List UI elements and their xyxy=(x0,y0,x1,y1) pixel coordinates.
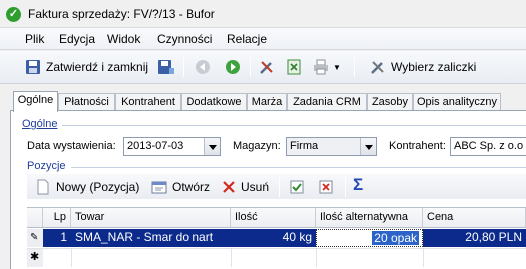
table-row[interactable]: ✎ 1 SMA_NAR - Smar do nart 40 kg 20 opak… xyxy=(27,229,526,247)
menu-czynnosci[interactable]: Czynności xyxy=(157,32,212,46)
print-button[interactable]: ▼ xyxy=(313,58,341,76)
issue-date-value: 2013-07-03 xyxy=(127,140,184,152)
toolbar-separator xyxy=(250,57,251,77)
warehouse-select[interactable]: Firma xyxy=(286,137,377,156)
tab-bar: Ogólne Płatności Kontrahent Dodatkowe Ma… xyxy=(0,91,526,112)
cell-cena[interactable]: 20,80 PLN xyxy=(423,229,526,247)
row-header-corner xyxy=(27,208,43,228)
sum-button[interactable]: Σ xyxy=(353,175,364,194)
tab-opis-analityczny[interactable]: Opis analityczny xyxy=(413,93,501,111)
save-close-button[interactable]: Zatwierdź i zamknij xyxy=(25,58,148,76)
save-as-button[interactable] xyxy=(157,58,174,76)
title-bar: ✓ Faktura sprzedaży: FV/?/13 - Bufor xyxy=(0,0,526,28)
close-icon xyxy=(221,179,237,195)
open-form-icon xyxy=(151,179,167,195)
column-header-cena[interactable]: Cena xyxy=(423,208,526,228)
positions-toolbar: Nowy (Pozycja) Otwórz Usuń Σ xyxy=(27,174,526,199)
tab-platnosci[interactable]: Płatności xyxy=(58,93,115,111)
column-header-lp[interactable]: Lp xyxy=(43,208,71,228)
menu-edycja[interactable]: Edycja xyxy=(59,32,95,46)
sigma-icon: Σ xyxy=(353,175,364,194)
window-title: Faktura sprzedaży: FV/?/13 - Bufor xyxy=(28,7,215,21)
column-header-ilosc-alternatywna[interactable]: Ilość alternatywna xyxy=(316,208,423,228)
dropdown-button[interactable] xyxy=(360,138,376,155)
tab-marza[interactable]: Marża xyxy=(247,93,287,111)
uncheck-button[interactable] xyxy=(318,178,334,196)
new-document-icon xyxy=(35,179,51,195)
warehouse-label: Magazyn: xyxy=(233,140,281,152)
contractor-label: Kontrahent: xyxy=(389,140,446,152)
save-close-label: Zatwierdź i zamknij xyxy=(46,60,149,74)
select-advances-label: Wybierz zaliczki xyxy=(391,60,477,74)
contractor-value: ABC Sp. z o.o ( xyxy=(454,140,526,152)
tools-icon xyxy=(259,59,275,75)
open-button[interactable]: Otwórz xyxy=(151,178,210,196)
main-toolbar: Zatwierdź i zamknij ▼ Wybierz zaliczki xyxy=(0,51,526,84)
tools-button[interactable] xyxy=(259,58,275,76)
toolbar-separator xyxy=(354,57,355,77)
cell-ilosc[interactable]: 40 kg xyxy=(231,229,316,247)
cell-lp[interactable]: 1 xyxy=(43,229,71,247)
delete-label: Usuń xyxy=(241,180,270,194)
excel-button[interactable] xyxy=(286,58,302,76)
menu-widok[interactable]: Widok xyxy=(107,32,140,46)
delete-button[interactable]: Usuń xyxy=(221,178,269,196)
check-button[interactable] xyxy=(289,178,305,196)
positions-section-title: Pozycje xyxy=(27,160,66,172)
section-divider xyxy=(71,167,526,168)
new-position-button[interactable]: Nowy (Pozycja) xyxy=(35,178,139,196)
select-advances-button[interactable]: Wybierz zaliczki xyxy=(370,58,476,76)
column-header-towar[interactable]: Towar xyxy=(71,208,231,228)
app-icon: ✓ xyxy=(6,7,21,22)
cell-towar[interactable]: SMA_NAR - Smar do nart xyxy=(71,229,231,247)
back-button[interactable] xyxy=(195,58,211,76)
floppy-disk-icon xyxy=(25,59,41,75)
menu-plik[interactable]: Plik xyxy=(25,32,44,46)
new-row[interactable]: ✱ xyxy=(27,248,526,267)
column-header-ilosc[interactable]: Ilość xyxy=(231,208,316,228)
issue-date-label: Data wystawienia: xyxy=(27,140,116,152)
tab-zadania-crm[interactable]: Zadania CRM xyxy=(287,93,367,111)
positions-grid: Lp Towar Ilość Ilość alternatywna Cena ✎… xyxy=(27,207,526,269)
chevron-down-icon: ▼ xyxy=(333,62,341,72)
tools-icon xyxy=(370,59,386,75)
tab-ogolne[interactable]: Ogólne xyxy=(13,91,58,112)
menu-relacje[interactable]: Relacje xyxy=(227,32,267,46)
issue-date-field[interactable]: 2013-07-03 xyxy=(123,137,221,156)
cell-ilosc-alternatywna-editor[interactable]: 20 opak xyxy=(316,229,423,247)
forward-button[interactable] xyxy=(225,58,241,76)
arrow-left-icon xyxy=(195,59,211,75)
toolbar-separator xyxy=(183,57,184,77)
floppy-disk-arrow-icon xyxy=(157,59,174,75)
contractor-field[interactable]: ABC Sp. z o.o ( xyxy=(450,137,526,156)
tab-zasoby[interactable]: Zasoby xyxy=(367,93,413,111)
checkbox-checked-icon xyxy=(289,179,305,195)
asterisk-icon: ✱ xyxy=(27,249,43,267)
dropdown-button[interactable] xyxy=(204,138,220,155)
toolbar-separator xyxy=(279,177,280,197)
general-section-title: Ogólne xyxy=(22,118,58,130)
checkbox-cross-icon xyxy=(318,179,334,195)
pencil-icon: ✎ xyxy=(27,229,43,247)
tab-dodatkowe[interactable]: Dodatkowe xyxy=(181,93,247,111)
new-position-label: Nowy (Pozycja) xyxy=(56,180,140,194)
section-divider xyxy=(62,125,526,126)
cell-ilosc-alternatywna: 20 opak xyxy=(372,231,419,245)
arrow-right-icon xyxy=(225,59,241,75)
open-label: Otwórz xyxy=(172,180,211,194)
printer-icon xyxy=(313,59,329,75)
tab-kontrahent[interactable]: Kontrahent xyxy=(115,93,181,111)
menu-bar: Plik Edycja Widok Czynności Relacje xyxy=(0,28,526,50)
toolbar-separator xyxy=(345,177,346,197)
warehouse-value: Firma xyxy=(290,140,319,152)
spreadsheet-icon xyxy=(286,59,302,75)
